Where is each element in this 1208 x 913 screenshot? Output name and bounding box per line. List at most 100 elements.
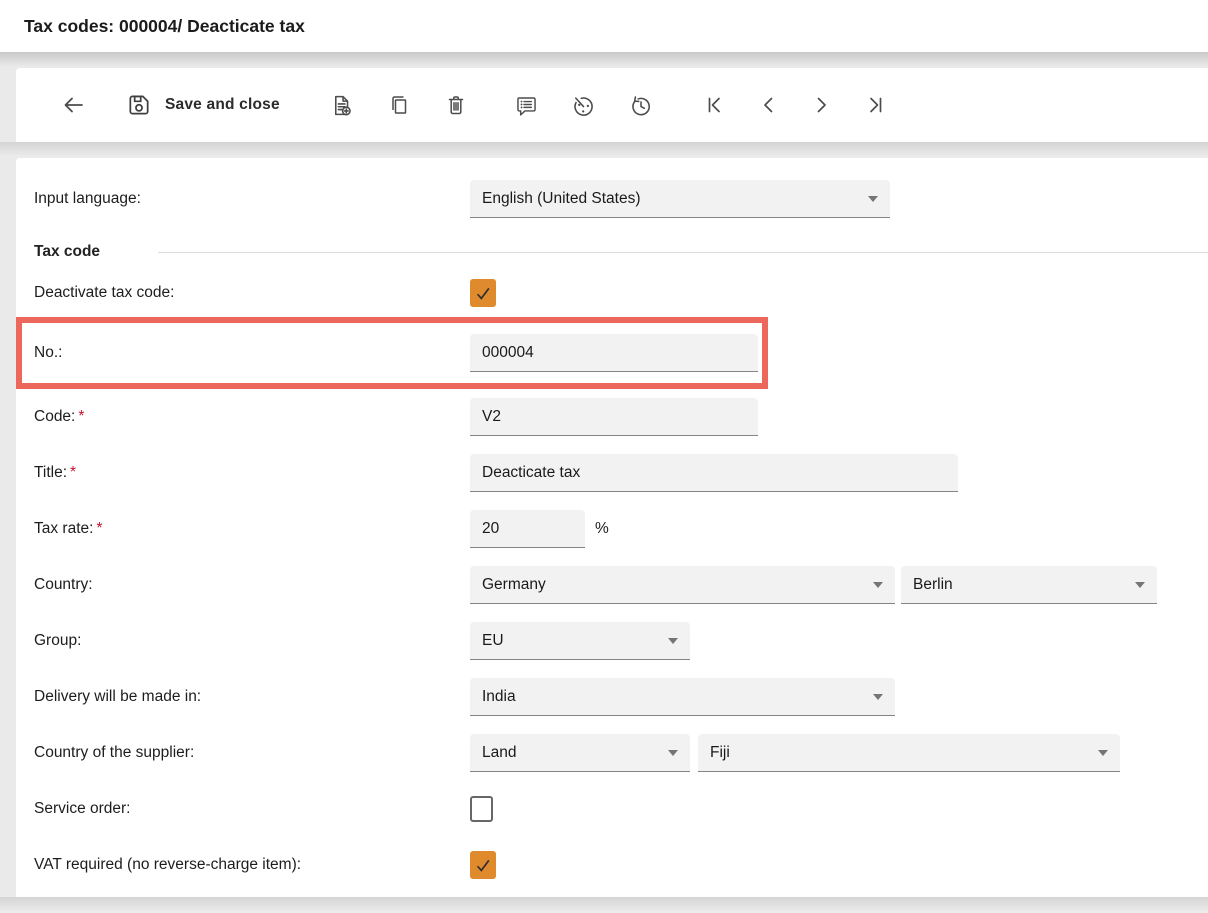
next-record-button[interactable] [812, 87, 832, 123]
row-vat-required: VAT required (no reverse-charge item): [34, 837, 1208, 893]
go-next-icon [812, 93, 832, 117]
group-select[interactable]: EU [470, 622, 690, 660]
copy-icon [387, 93, 411, 117]
country-select[interactable]: Germany [470, 566, 895, 604]
trash-icon [444, 93, 468, 117]
delivery-value: India [482, 688, 516, 706]
row-title: Title:* Deacticate tax [34, 445, 1208, 501]
row-supplier: Country of the supplier: Land Fiji [34, 725, 1208, 781]
code-input[interactable]: V2 [470, 398, 758, 436]
timer-button[interactable] [571, 87, 596, 123]
comments-button[interactable] [514, 87, 539, 123]
tax-rate-value: 20 [482, 520, 499, 538]
title-label-text: Title: [34, 464, 67, 481]
required-asterisk: * [78, 408, 84, 425]
section-title: Tax code [34, 243, 100, 261]
supplier-type-value: Land [482, 744, 516, 762]
title-value: Deacticate tax [482, 464, 580, 482]
group-label: Group: [34, 632, 470, 650]
group-value: EU [482, 632, 504, 650]
tax-rate-input[interactable]: 20 [470, 510, 585, 548]
row-group: Group: EU [34, 613, 1208, 669]
save-and-close-label: Save and close [165, 96, 280, 114]
save-and-close-button[interactable]: Save and close [126, 87, 280, 123]
no-label: No.: [34, 344, 470, 362]
section-divider [158, 252, 1208, 253]
highlight-box: No.: 000004 [16, 317, 768, 389]
title-input[interactable]: Deacticate tax [470, 454, 958, 492]
input-language-value: English (United States) [482, 190, 641, 208]
row-service-order: Service order: [34, 781, 1208, 837]
last-record-button[interactable] [866, 87, 886, 123]
go-previous-icon [758, 93, 778, 117]
required-asterisk: * [96, 520, 102, 537]
vat-required-label: VAT required (no reverse-charge item): [34, 856, 470, 874]
delivery-label: Delivery will be made in: [34, 688, 470, 706]
code-value: V2 [482, 408, 501, 426]
form-panel: Input language: English (United States) … [16, 158, 1208, 897]
chevron-down-icon [668, 750, 678, 756]
input-language-select[interactable]: English (United States) [470, 180, 890, 218]
deactivate-checkbox[interactable] [470, 279, 496, 307]
chevron-down-icon [1098, 750, 1108, 756]
first-record-button[interactable] [704, 87, 724, 123]
tax-rate-label-text: Tax rate: [34, 520, 93, 537]
supplier-country-select[interactable]: Fiji [698, 734, 1120, 772]
no-value: 000004 [482, 344, 534, 362]
go-first-icon [704, 93, 724, 117]
back-button[interactable] [60, 87, 86, 123]
vat-required-checkbox[interactable] [470, 851, 496, 879]
service-order-checkbox[interactable] [470, 796, 493, 822]
history-button[interactable] [628, 87, 653, 123]
back-arrow-icon [60, 93, 86, 117]
new-document-button[interactable] [329, 87, 354, 123]
row-deactivate-tax-code: Deactivate tax code: [34, 279, 1208, 307]
row-country: Country: Germany Berlin [34, 557, 1208, 613]
no-input[interactable]: 000004 [470, 334, 758, 372]
shadow-divider [0, 52, 1208, 68]
page-title: Tax codes: 000004/ Deacticate tax [24, 16, 305, 37]
copy-button[interactable] [387, 87, 411, 123]
window-title-bar: Tax codes: 000004/ Deacticate tax [0, 0, 1208, 52]
toolbar: Save and close [16, 68, 1208, 142]
deactivate-label: Deactivate tax code: [34, 284, 470, 302]
title-label: Title:* [34, 464, 470, 482]
previous-record-button[interactable] [758, 87, 778, 123]
shadow-divider [0, 897, 1208, 913]
country-value: Germany [482, 576, 546, 594]
country-label: Country: [34, 576, 470, 594]
comments-icon [514, 93, 539, 118]
chevron-down-icon [1135, 582, 1145, 588]
checkmark-icon [473, 283, 493, 303]
chevron-down-icon [873, 582, 883, 588]
region-value: Berlin [913, 576, 953, 594]
delete-button[interactable] [444, 87, 468, 123]
timer-icon [571, 93, 596, 118]
checkmark-icon [473, 855, 493, 875]
code-label-text: Code: [34, 408, 75, 425]
supplier-country-value: Fiji [710, 744, 730, 762]
chevron-down-icon [873, 694, 883, 700]
history-icon [628, 93, 653, 118]
row-input-language: Input language: English (United States) [34, 180, 1208, 218]
chevron-down-icon [868, 196, 878, 202]
required-asterisk: * [70, 464, 76, 481]
section-tax-code: Tax code [34, 240, 1208, 264]
shadow-divider [0, 142, 1208, 158]
supplier-label: Country of the supplier: [34, 744, 470, 762]
go-last-icon [866, 93, 886, 117]
region-select[interactable]: Berlin [901, 566, 1157, 604]
chevron-down-icon [668, 638, 678, 644]
row-tax-rate: Tax rate:* 20 % [34, 501, 1208, 557]
percent-suffix: % [595, 520, 609, 538]
input-language-label: Input language: [34, 190, 470, 208]
delivery-select[interactable]: India [470, 678, 895, 716]
new-document-icon [329, 93, 354, 118]
code-label: Code:* [34, 408, 470, 426]
supplier-type-select[interactable]: Land [470, 734, 690, 772]
row-code: Code:* V2 [34, 389, 1208, 445]
row-delivery: Delivery will be made in: India [34, 669, 1208, 725]
service-order-label: Service order: [34, 800, 470, 818]
tax-rate-label: Tax rate:* [34, 520, 470, 538]
save-icon [126, 92, 152, 118]
